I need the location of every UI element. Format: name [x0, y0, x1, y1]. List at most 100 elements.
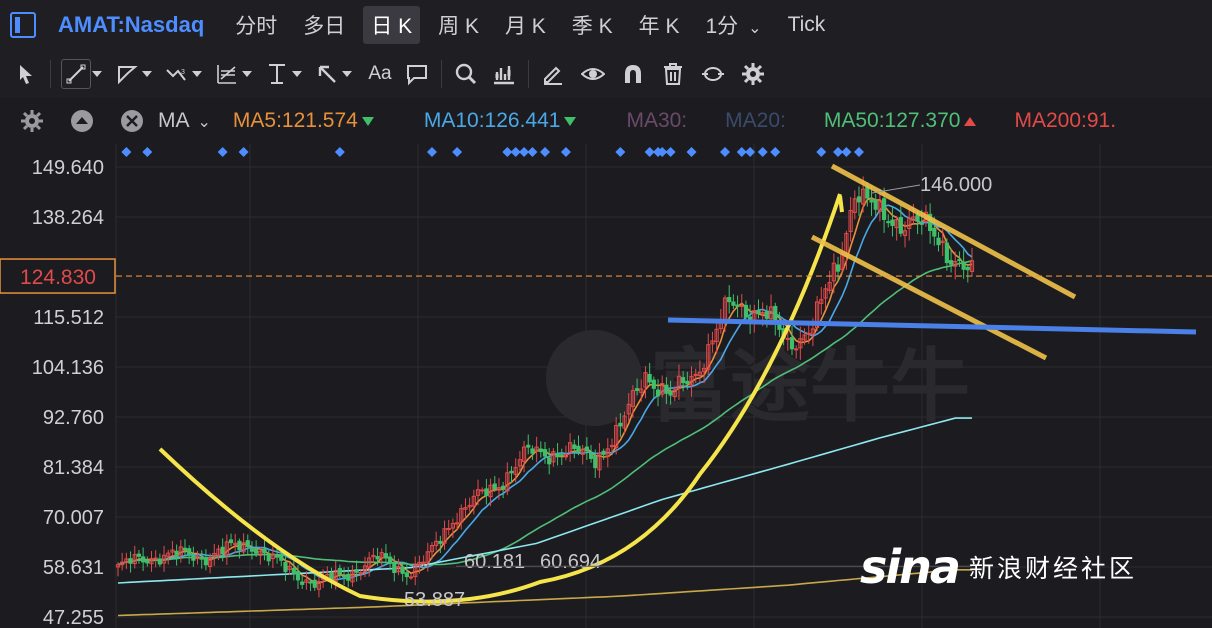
candle-body [681, 377, 686, 384]
y-tick-label: 149.640 [32, 157, 104, 179]
candle-body [593, 455, 598, 469]
candle-body [601, 450, 606, 455]
low-annotation-2: 60.694 [540, 551, 601, 573]
period-tab-time[interactable]: 分时 [227, 6, 285, 44]
pen-icon[interactable] [539, 60, 567, 88]
sync-icon[interactable] [699, 60, 727, 88]
candle-body [886, 221, 891, 224]
candle-body [404, 572, 409, 578]
buy-signal-marker [217, 147, 228, 157]
ma200-value: MA200:91. [1014, 109, 1117, 132]
candle-body [936, 237, 941, 246]
candle-body [806, 332, 811, 335]
line-tool-icon[interactable] [61, 59, 91, 89]
candle-body [337, 568, 342, 575]
magnet-icon[interactable] [619, 60, 647, 88]
period-tab-yearly[interactable]: 年 K [631, 6, 688, 44]
drawing-toolbar: 3 Aa [0, 50, 1212, 99]
ma20-value: MA20: [725, 109, 786, 132]
candle-body [174, 550, 179, 557]
eye-icon[interactable] [579, 60, 607, 88]
collapse-icon[interactable] [68, 107, 96, 135]
fibonacci-icon[interactable] [213, 60, 241, 88]
caret-down-icon[interactable] [241, 71, 253, 77]
cursor-icon[interactable] [12, 60, 40, 88]
panel-toggle-icon[interactable] [10, 12, 36, 38]
caret-down-icon[interactable] [341, 71, 353, 77]
ma10-value: MA10:126.441 [424, 109, 577, 133]
trash-icon[interactable] [659, 60, 687, 88]
candle-body [480, 489, 485, 492]
candle-body [856, 196, 862, 203]
candle-body [881, 198, 887, 220]
candle-body [890, 219, 895, 226]
caret-down-icon[interactable] [291, 71, 303, 77]
candle-body [375, 556, 380, 560]
futu-watermark: 富途牛牛 [546, 330, 970, 433]
indicator-settings-icon[interactable] [18, 107, 46, 135]
gear-icon[interactable] [739, 60, 767, 88]
indicator-icon[interactable] [490, 60, 518, 88]
period-tab-tick[interactable]: Tick [780, 9, 834, 41]
candle-body [421, 561, 426, 564]
period-minute-label: 1分 [705, 15, 739, 38]
ticker-symbol[interactable]: AMAT:Nasdaq [58, 12, 204, 38]
buy-signal-marker [686, 147, 697, 157]
wave-tool-icon[interactable]: 3 [163, 60, 191, 88]
ma-dropdown[interactable]: MA ⌄ [158, 109, 211, 133]
buy-signal-marker [540, 147, 550, 157]
caret-down-icon[interactable] [191, 71, 203, 77]
watermark-text: 富途牛牛 [650, 340, 970, 433]
buy-signal-marker [757, 147, 768, 157]
period-tab-monthly[interactable]: 月 K [497, 6, 554, 44]
period-tab-minute[interactable]: 1分 ⌄ [697, 6, 769, 44]
candle-body [538, 448, 543, 453]
buy-signal-marker [121, 147, 132, 157]
candle-body [785, 337, 790, 340]
candle-body [526, 444, 531, 448]
candle-body [965, 266, 970, 271]
text-tool-icon[interactable]: Aa [363, 60, 397, 88]
comment-icon[interactable] [403, 60, 431, 88]
zoom-icon[interactable] [452, 60, 480, 88]
support-line-drawing[interactable] [667, 317, 1197, 335]
trend-down-icon [361, 116, 374, 126]
arrow-tool-icon[interactable] [313, 60, 341, 88]
candle-body [743, 304, 749, 318]
y-tick-label: 81.384 [43, 457, 104, 479]
period-tab-quarterly[interactable]: 季 K [564, 6, 621, 44]
period-tab-weekly[interactable]: 周 K [430, 6, 487, 44]
polygon-tool-icon[interactable] [113, 60, 141, 88]
candle-body [542, 449, 548, 457]
candle-body [191, 555, 196, 561]
current-price-label: 124.830 [20, 266, 96, 289]
candle-body [199, 557, 204, 560]
candle-body [756, 309, 761, 315]
candle-body [932, 227, 937, 237]
cup-handle-drawing[interactable] [838, 195, 844, 213]
ma5-text: MA5:121.574 [232, 109, 358, 132]
candle-body [915, 214, 920, 222]
caret-down-icon[interactable] [141, 71, 153, 77]
buy-signal-marker [816, 147, 827, 157]
candle-body [182, 547, 188, 551]
candle-body [789, 337, 795, 350]
candle-body [735, 304, 740, 307]
candle-body [509, 470, 514, 474]
candle-body [291, 567, 296, 575]
candle-body [484, 488, 489, 496]
y-tick-label: 92.760 [43, 407, 104, 429]
buy-signal-marker [770, 147, 781, 157]
caret-down-icon[interactable] [91, 71, 103, 77]
period-tab-multiday[interactable]: 多日 [295, 6, 353, 44]
buy-signal-marker [452, 147, 463, 157]
buy-signal-marker [426, 147, 437, 157]
measure-icon[interactable] [263, 60, 291, 88]
close-icon[interactable] [118, 107, 146, 135]
candle-body [237, 540, 242, 551]
candle-body [408, 576, 414, 579]
candle-body [262, 548, 267, 554]
candle-body [354, 569, 359, 573]
period-tab-daily[interactable]: 日 K [363, 6, 421, 44]
candle-body [584, 446, 589, 452]
